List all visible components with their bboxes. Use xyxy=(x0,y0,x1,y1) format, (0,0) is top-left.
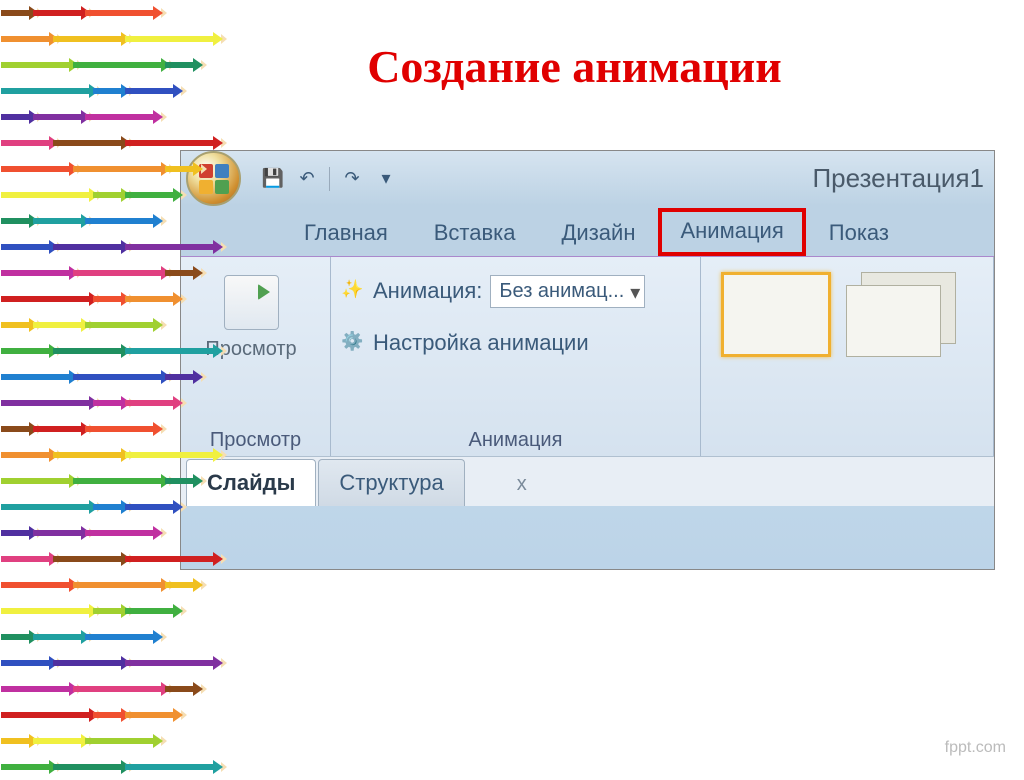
animation-group-label: Анимация xyxy=(331,429,700,452)
ribbon-body: Просмотр Просмотр ✨ Анимация: Без анимац… xyxy=(181,256,994,456)
redo-icon[interactable]: ↷ xyxy=(338,165,366,193)
pencil-border xyxy=(0,0,125,767)
custom-animation-row[interactable]: ⚙️ Настройка анимации xyxy=(341,323,690,363)
animation-dropdown[interactable]: Без анимац... xyxy=(490,275,645,308)
animation-selector-row: ✨ Анимация: Без анимац... xyxy=(341,271,690,311)
preview-button[interactable]: Просмотр xyxy=(191,265,311,361)
animate-icon: ✨ xyxy=(341,279,365,303)
pane-close-button[interactable]: x xyxy=(507,463,537,506)
slide-title: Создание анимации xyxy=(125,40,1024,93)
transition-none[interactable] xyxy=(721,272,831,357)
tab-slideshow[interactable]: Показ xyxy=(806,211,912,256)
slide-pane-tabs: Слайды Структура x xyxy=(181,456,994,506)
tab-animation[interactable]: Анимация xyxy=(658,208,805,256)
quick-access-toolbar: 💾 ↶ ↷ ▾ Презентация1 xyxy=(181,151,994,206)
animation-group: ✨ Анимация: Без анимац... ⚙️ Настройка а… xyxy=(331,257,701,456)
pane-tab-outline[interactable]: Структура xyxy=(318,459,464,506)
animation-label: Анимация: xyxy=(373,278,482,304)
preview-icon xyxy=(224,275,279,330)
ribbon-tabs: Главная Вставка Дизайн Анимация Показ xyxy=(181,206,994,256)
transition-fade[interactable] xyxy=(846,272,956,357)
undo-icon[interactable]: ↶ xyxy=(293,165,321,193)
watermark: fppt.com xyxy=(945,739,1006,757)
tab-design[interactable]: Дизайн xyxy=(539,211,659,256)
preview-group-label: Просмотр xyxy=(181,429,330,452)
tab-insert[interactable]: Вставка xyxy=(411,211,539,256)
transitions-group xyxy=(701,257,994,456)
office-button[interactable] xyxy=(186,151,241,206)
powerpoint-screenshot: 💾 ↶ ↷ ▾ Презентация1 Главная Вставка Диз… xyxy=(180,150,995,570)
tab-home[interactable]: Главная xyxy=(281,211,411,256)
qat-more-icon[interactable]: ▾ xyxy=(372,165,400,193)
slide-area: Создание анимации 💾 ↶ ↷ ▾ Презентация1 Г… xyxy=(125,0,1024,767)
save-icon[interactable]: 💾 xyxy=(259,165,287,193)
transitions-gallery xyxy=(711,272,983,357)
document-title: Презентация1 xyxy=(812,163,984,194)
custom-animation-label: Настройка анимации xyxy=(373,330,589,356)
custom-animation-icon: ⚙️ xyxy=(341,331,365,355)
preview-group: Просмотр Просмотр xyxy=(181,257,331,456)
separator xyxy=(329,167,330,191)
